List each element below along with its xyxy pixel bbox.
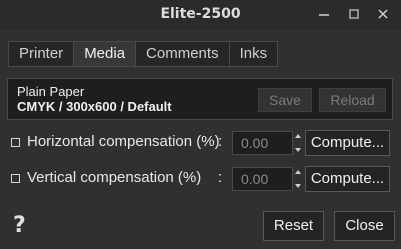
horizontal-compensation-row: Horizontal compensation (%) : 0.00 Compu… — [0, 130, 401, 156]
window-title: Elite-2500 — [160, 6, 241, 22]
help-icon[interactable]: ? — [13, 213, 26, 238]
reload-button[interactable]: Reload — [319, 88, 386, 112]
vertical-compensation-input[interactable]: 0.00 — [232, 167, 293, 191]
horizontal-spin-buttons[interactable] — [293, 131, 303, 155]
vertical-compensation-row: Vertical compensation (%) : 0.00 Compute… — [0, 166, 401, 192]
close-icon[interactable] — [371, 3, 395, 25]
media-panel: Plain Paper CMYK / 300x600 / Default Sav… — [7, 78, 393, 120]
minimize-icon[interactable] — [312, 3, 336, 25]
tab-bar: Printer Media Comments Inks — [8, 41, 279, 67]
save-button[interactable]: Save — [258, 88, 312, 112]
tab-printer[interactable]: Printer — [8, 41, 75, 67]
media-name: Plain Paper — [17, 84, 85, 99]
tab-inks[interactable]: Inks — [228, 41, 279, 67]
reset-button[interactable]: Reset — [263, 211, 324, 241]
vertical-compute-button[interactable]: Compute... — [305, 166, 390, 192]
horizontal-compute-button[interactable]: Compute... — [305, 130, 390, 156]
close-button[interactable]: Close — [334, 211, 395, 241]
tab-media[interactable]: Media — [73, 41, 137, 67]
vertical-compensation-checkbox[interactable] — [11, 174, 20, 183]
horizontal-compensation-checkbox[interactable] — [11, 138, 20, 147]
horizontal-compensation-input[interactable]: 0.00 — [232, 131, 293, 155]
vertical-compensation-separator: : — [218, 169, 223, 186]
vertical-compensation-label: Vertical compensation (%) — [27, 169, 202, 186]
maximize-icon[interactable] — [342, 3, 366, 25]
horizontal-compensation-label: Horizontal compensation (%) — [27, 133, 220, 150]
tab-comments[interactable]: Comments — [135, 41, 230, 67]
title-bar: Elite-2500 — [0, 0, 401, 30]
horizontal-compensation-separator: : — [218, 133, 223, 150]
media-description: CMYK / 300x600 / Default — [17, 99, 172, 114]
vertical-spin-buttons[interactable] — [293, 167, 303, 191]
